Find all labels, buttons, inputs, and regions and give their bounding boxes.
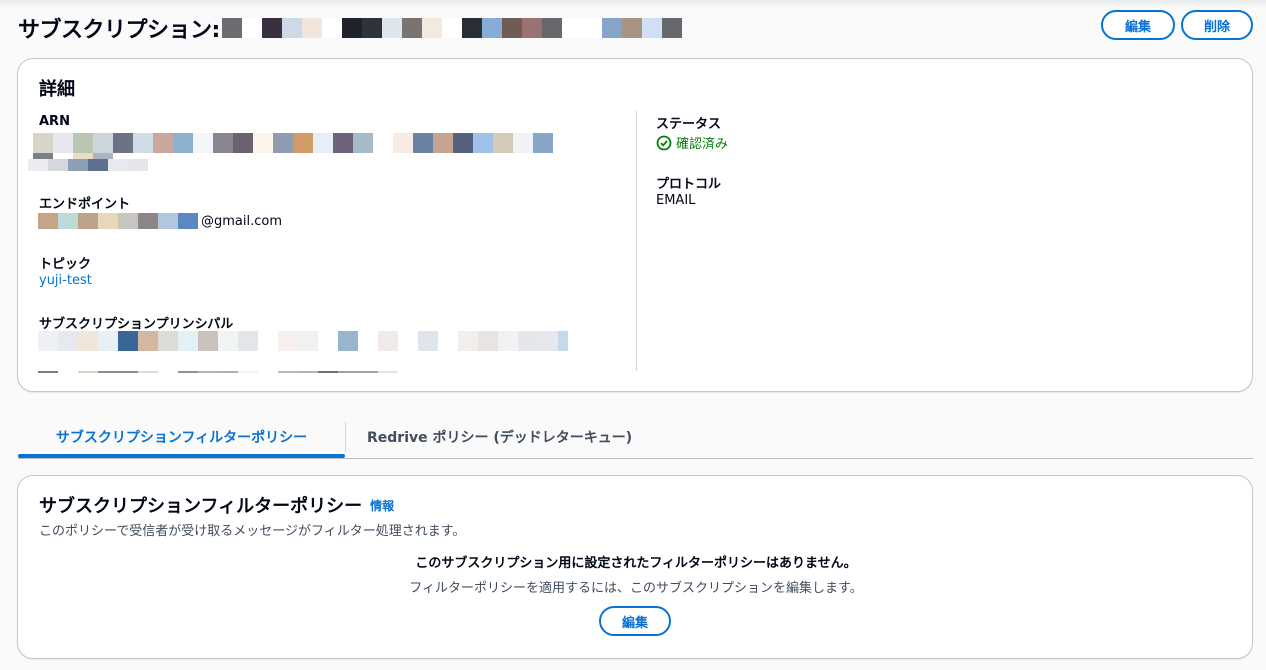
principal-label: サブスクリプションプリンシパル xyxy=(39,317,234,332)
endpoint-value: @gmail.com xyxy=(38,213,282,229)
filter-policy-heading: サブスクリプションフィルターポリシー 情報 xyxy=(39,492,394,518)
endpoint-domain: @gmail.com xyxy=(201,213,283,229)
empty-state-title: このサブスクリプション用に設定されたフィルターポリシーはありません。 xyxy=(415,556,857,571)
policy-tabs: サブスクリプションフィルターポリシー Redrive ポリシー (デッドレターキ… xyxy=(18,418,1253,459)
redacted-arn-line-1 xyxy=(33,133,553,153)
details-card: 詳細 ARN エンドポイント @gmail.com トピック yuji-test… xyxy=(17,58,1253,392)
info-link[interactable]: 情報 xyxy=(370,497,394,514)
edit-button[interactable]: 編集 xyxy=(1101,10,1175,40)
status-label: ステータス xyxy=(656,117,722,132)
arn-label: ARN xyxy=(39,114,70,129)
topic-label: トピック xyxy=(39,257,92,272)
filter-policy-card: サブスクリプションフィルターポリシー 情報 このポリシーで受信者が受け取るメッセ… xyxy=(17,475,1253,659)
top-shadow xyxy=(0,0,1266,8)
redacted-principal-line-2 xyxy=(38,371,398,373)
redacted-endpoint-user xyxy=(38,213,198,229)
column-divider xyxy=(636,111,637,371)
tab-subscription-filter-policy[interactable]: サブスクリプションフィルターポリシー xyxy=(18,418,345,458)
tab-separator xyxy=(345,422,346,452)
protocol-value: EMAIL xyxy=(656,193,696,208)
check-circle-icon xyxy=(656,135,672,150)
empty-state-edit-button[interactable]: 編集 xyxy=(599,606,671,636)
filter-policy-description: このポリシーで受信者が受け取るメッセージがフィルター処理されます。 xyxy=(39,524,466,539)
endpoint-label: エンドポイント xyxy=(39,197,131,212)
protocol-label: プロトコル xyxy=(656,177,722,192)
tab-redrive-policy[interactable]: Redrive ポリシー (デッドレターキュー) xyxy=(367,418,632,456)
details-heading: 詳細 xyxy=(39,79,75,100)
status-value: 確認済み xyxy=(656,133,728,152)
status-text: 確認済み xyxy=(676,137,729,152)
page-title: サブスクリプション: xyxy=(18,12,682,44)
delete-button[interactable]: 削除 xyxy=(1181,10,1253,40)
tab-label: Redrive ポリシー (デッドレターキュー) xyxy=(367,430,633,446)
redacted-subscription-id xyxy=(221,18,682,38)
filter-policy-title: サブスクリプションフィルターポリシー xyxy=(39,496,363,517)
active-tab-indicator xyxy=(18,454,345,458)
topic-link[interactable]: yuji-test xyxy=(39,273,92,288)
redacted-arn-line-3 xyxy=(28,159,148,171)
redacted-principal-line-1 xyxy=(38,331,568,351)
page-title-text: サブスクリプション: xyxy=(18,18,220,43)
tab-label: サブスクリプションフィルターポリシー xyxy=(55,430,308,446)
empty-state-hint: フィルターポリシーを適用するには、このサブスクリプションを編集します。 xyxy=(409,581,863,596)
